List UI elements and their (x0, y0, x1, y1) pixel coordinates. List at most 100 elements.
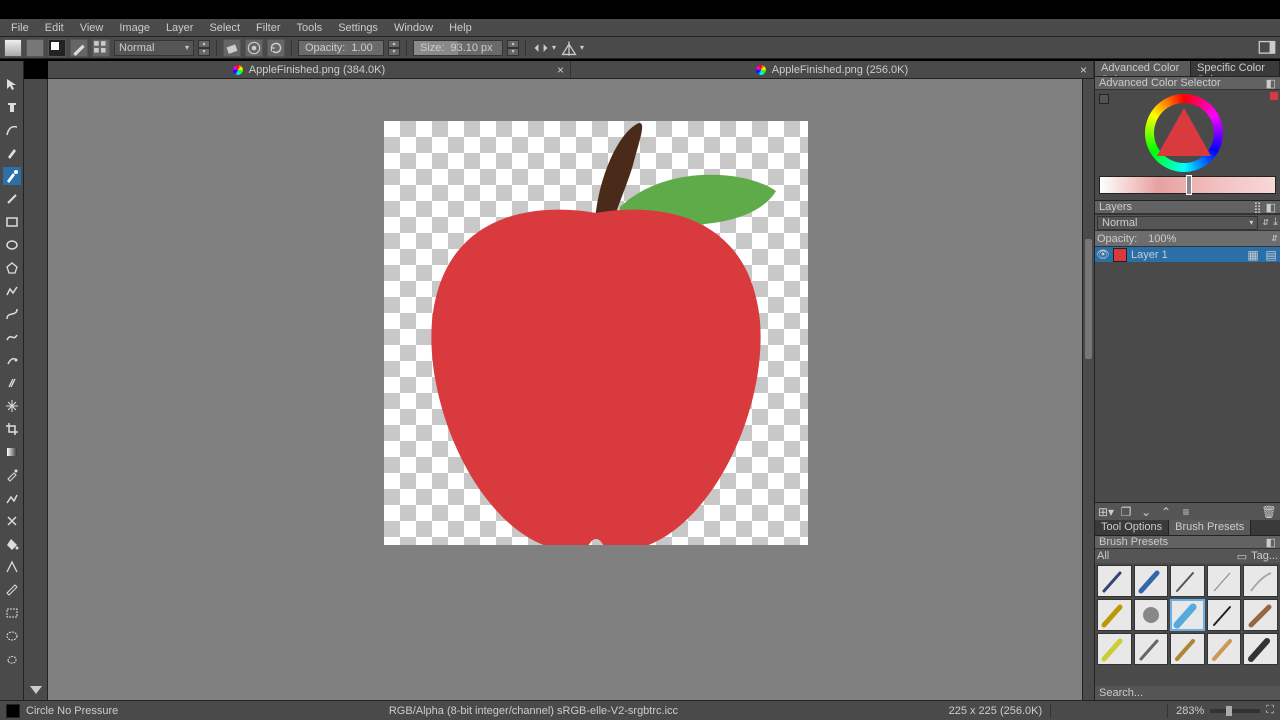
tab-tool-options[interactable]: Tool Options (1095, 520, 1169, 535)
opacity-field[interactable]: Opacity:1.00 (298, 40, 384, 56)
brush-preset-selected[interactable] (1170, 599, 1205, 631)
calligraphy-tool-icon[interactable] (3, 144, 21, 162)
menu-window[interactable]: Window (387, 21, 440, 35)
layer-blend-select[interactable]: Normal▾ (1097, 216, 1258, 230)
menu-tools[interactable]: Tools (290, 21, 330, 35)
move-tool-icon[interactable] (3, 75, 21, 93)
scroll-thumb[interactable] (1085, 239, 1092, 359)
document-tab-1[interactable]: AppleFinished.png (384.0K) × (48, 61, 571, 78)
brush-preset[interactable] (1243, 599, 1278, 631)
canvas-area[interactable]: ✊ (48, 79, 1082, 700)
brush-preset[interactable] (1134, 565, 1169, 597)
brush-preset[interactable] (1097, 599, 1132, 631)
color-config-icon[interactable] (1099, 94, 1109, 104)
workspace-chooser-icon[interactable] (1258, 39, 1276, 57)
menu-help[interactable]: Help (442, 21, 479, 35)
preset-grid-icon[interactable] (92, 39, 110, 57)
menu-layer[interactable]: Layer (159, 21, 201, 35)
brush-preset[interactable] (1170, 633, 1205, 665)
color-picker-tool-icon[interactable] (3, 466, 21, 484)
canvas-scrollbar-vertical[interactable] (1082, 79, 1094, 700)
zoom-slider[interactable] (1210, 709, 1260, 713)
brush-preset[interactable] (1207, 565, 1242, 597)
layer-opacity-spinner[interactable]: ⇵ (1271, 234, 1278, 243)
brush-preset[interactable] (1243, 633, 1278, 665)
pattern-tool-icon[interactable] (3, 489, 21, 507)
assistant-tool-icon[interactable] (3, 558, 21, 576)
zoom-fit-icon[interactable]: ⛶ (1266, 704, 1274, 717)
crop-tool-icon[interactable] (3, 420, 21, 438)
bezier-tool-icon[interactable] (3, 305, 21, 323)
smart-patch-tool-icon[interactable] (3, 512, 21, 530)
rect-tool-icon[interactable] (3, 213, 21, 231)
advanced-color-selector[interactable] (1095, 90, 1280, 200)
layer-blend-spinner[interactable]: ⇵ (1262, 218, 1269, 227)
color-history-strip[interactable] (1099, 176, 1276, 194)
brush-search[interactable]: Search... (1095, 686, 1280, 700)
menu-settings[interactable]: Settings (331, 21, 385, 35)
layer-alpha-icon[interactable]: ▦ (1246, 248, 1260, 262)
layers-filter-icon[interactable]: ⣿ (1254, 201, 1262, 214)
layer-lock-icon[interactable]: ⤓ (1273, 216, 1278, 229)
canvas[interactable]: ✊ (384, 121, 808, 545)
brush-view-icon[interactable]: ▭ (1237, 550, 1247, 563)
rect-select-tool-icon[interactable] (3, 604, 21, 622)
duplicate-layer-icon[interactable]: ❐ (1119, 505, 1133, 519)
layer-props-icon[interactable]: ▤ (1264, 248, 1278, 262)
layers-list[interactable] (1095, 262, 1280, 502)
panel-float-icon[interactable]: ◧ (1266, 77, 1276, 90)
brush-tool-icon[interactable] (3, 167, 21, 185)
reload-preset-icon[interactable] (267, 39, 285, 57)
move-layer-up-icon[interactable]: ⌃ (1159, 505, 1173, 519)
delete-layer-icon[interactable]: 🗑 (1262, 505, 1276, 519)
ellipse-tool-icon[interactable] (3, 236, 21, 254)
brush-filter-all[interactable]: All (1097, 550, 1109, 562)
size-spinner[interactable]: ▴▾ (507, 40, 519, 56)
menu-select[interactable]: Select (202, 21, 247, 35)
layer-row-1[interactable]: 👁 Layer 1 ▦ ▤ (1095, 246, 1280, 262)
multibrush-tool-icon[interactable] (3, 374, 21, 392)
text-tool-icon[interactable] (3, 98, 21, 116)
tab-advanced-color[interactable]: Advanced Color Selector (1095, 61, 1191, 76)
gradient-swatch-icon[interactable] (4, 39, 22, 57)
mirror-h-dropdown-icon[interactable]: ▾ (552, 43, 556, 52)
dynamic-brush-tool-icon[interactable] (3, 351, 21, 369)
freehand-select-tool-icon[interactable] (3, 650, 21, 668)
layer-visible-icon[interactable]: 👁 (1097, 249, 1109, 261)
brush-preset[interactable] (1207, 633, 1242, 665)
document-tab-2[interactable]: AppleFinished.png (256.0K) × (571, 61, 1094, 78)
current-fg-swatch[interactable] (6, 704, 20, 718)
alpha-lock-icon[interactable] (245, 39, 263, 57)
menu-filter[interactable]: Filter (249, 21, 287, 35)
mirror-h-icon[interactable] (532, 39, 550, 57)
opacity-spinner[interactable]: ▴▾ (388, 40, 400, 56)
menu-image[interactable]: Image (112, 21, 157, 35)
menu-edit[interactable]: Edit (38, 21, 71, 35)
blend-spinner[interactable]: ▴▾ (198, 40, 210, 56)
menu-file[interactable]: File (4, 21, 36, 35)
brush-tag-button[interactable]: Tag... (1251, 550, 1278, 563)
gradient-tool-icon[interactable] (3, 443, 21, 461)
brush-engine-icon[interactable] (70, 39, 88, 57)
tab-specific-color[interactable]: Specific Color Selector (1191, 61, 1280, 76)
color-marker[interactable] (1186, 175, 1192, 195)
transform-tool-icon[interactable] (3, 397, 21, 415)
brush-preset[interactable] (1097, 565, 1132, 597)
layer-properties-icon[interactable]: ≡ (1179, 505, 1193, 519)
brush-preset[interactable] (1134, 633, 1169, 665)
brush-preset[interactable] (1243, 565, 1278, 597)
panel-float-icon[interactable]: ◧ (1266, 536, 1276, 549)
add-layer-icon[interactable]: ⊞▾ (1099, 505, 1113, 519)
brush-preset[interactable] (1170, 565, 1205, 597)
brush-preset[interactable] (1134, 599, 1169, 631)
brush-preset[interactable] (1097, 633, 1132, 665)
brush-preset[interactable] (1207, 599, 1242, 631)
fgbg-swatch-icon[interactable] (48, 39, 66, 57)
fill-tool-icon[interactable] (3, 535, 21, 553)
move-layer-down-icon[interactable]: ⌄ (1139, 505, 1153, 519)
polyline-tool-icon[interactable] (3, 282, 21, 300)
freehand-path-tool-icon[interactable] (3, 328, 21, 346)
menu-view[interactable]: View (73, 21, 111, 35)
tab-brush-presets[interactable]: Brush Presets (1169, 520, 1251, 535)
edit-shape-tool-icon[interactable] (3, 121, 21, 139)
